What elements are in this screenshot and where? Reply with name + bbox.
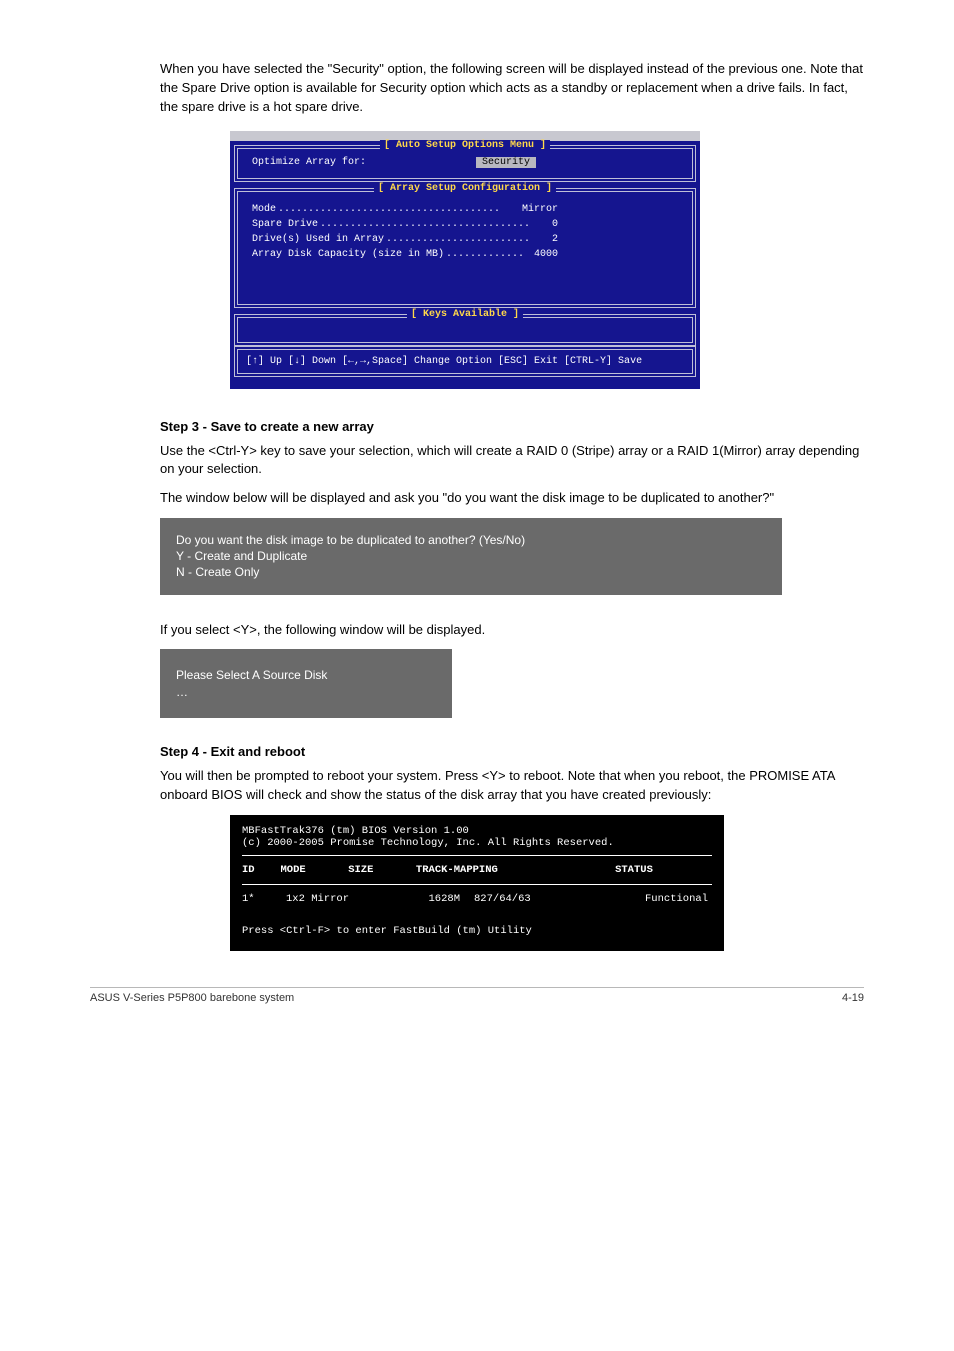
footer-left: ASUS V-Series P5P800 barebone system — [90, 992, 294, 1004]
banner-line: N - Create Only — [176, 564, 766, 580]
step4-heading: Step 4 - Exit and reboot — [90, 744, 864, 759]
cfg-label: Spare Drive — [252, 219, 318, 230]
table-row: 1* 1x2 Mirror 1628M 827/64/63 Functional — [242, 891, 712, 907]
cfg-value: Mirror — [522, 204, 558, 215]
term-line: MBFastTrak376 (tm) BIOS Version 1.00 — [242, 825, 712, 837]
keys-available-box: [ Keys Available ] — [234, 314, 696, 346]
array-setup-config-box: [ Array Setup Configuration ] Mode .....… — [234, 188, 696, 308]
intro-paragraph: When you have selected the "Security" op… — [90, 60, 864, 117]
duplicate-prompt-banner: Do you want the disk image to be duplica… — [160, 518, 782, 595]
keys-available-legend: [ Keys Available ] — [407, 309, 523, 320]
banner-line: … — [176, 684, 436, 700]
cfg-value: 2 — [552, 234, 558, 245]
col-mode: MODE — [280, 862, 348, 878]
term-prompt: Press <Ctrl-F> to enter FastBuild (tm) U… — [242, 925, 712, 937]
step3-heading: Step 3 - Save to create a new array — [90, 419, 864, 434]
banner-line: Do you want the disk image to be duplica… — [176, 532, 766, 548]
page-footer: ASUS V-Series P5P800 barebone system 4-1… — [90, 987, 864, 1004]
cell-track: 827/64/63 — [474, 891, 588, 907]
array-setup-config-legend: [ Array Setup Configuration ] — [374, 183, 556, 194]
cell-status: Functional — [588, 891, 712, 907]
footer-right: 4-19 — [842, 992, 864, 1004]
select-source-disk-banner: Please Select A Source Disk … — [160, 649, 452, 717]
step3-p1: Use the <Ctrl-Y> key to save your select… — [90, 442, 864, 480]
term-line: (c) 2000-2005 Promise Technology, Inc. A… — [242, 837, 712, 849]
cell-id: 1* — [242, 891, 286, 907]
bios-panel: [ Auto Setup Options Menu ] Optimize Arr… — [230, 131, 700, 389]
optimize-label: Optimize Array for: — [252, 157, 366, 168]
col-id: ID — [242, 862, 280, 878]
optimize-value[interactable]: Security — [476, 157, 536, 168]
cfg-label: Drive(s) Used in Array — [252, 234, 384, 245]
step4-p1: You will then be prompted to reboot your… — [90, 767, 864, 805]
array-status-table: ID MODE SIZE TRACK-MAPPING STATUS — [242, 862, 712, 878]
col-size: SIZE — [348, 862, 416, 878]
step3-p2: The window below will be displayed and a… — [90, 489, 864, 508]
cfg-value: 0 — [552, 219, 558, 230]
auto-setup-options-legend: [ Auto Setup Options Menu ] — [380, 140, 550, 151]
cell-mode: 1x2 Mirror — [286, 891, 400, 907]
cfg-label: Array Disk Capacity (size in MB) — [252, 249, 444, 260]
col-track: TRACK-MAPPING — [416, 862, 615, 878]
banner-line: Please Select A Source Disk — [176, 667, 436, 683]
auto-setup-options-box: [ Auto Setup Options Menu ] Optimize Arr… — [234, 145, 696, 182]
keys-line-box: [↑] Up [↓] Down [←,→,Space] Change Optio… — [234, 346, 696, 377]
divider — [242, 855, 712, 856]
cfg-value: 4000 — [534, 249, 558, 260]
divider — [242, 884, 712, 885]
cfg-label: Mode — [252, 204, 276, 215]
bios-status-terminal: MBFastTrak376 (tm) BIOS Version 1.00 (c)… — [230, 815, 724, 951]
keys-line: [↑] Up [↓] Down [←,→,Space] Change Optio… — [246, 356, 684, 367]
cell-size: 1628M — [400, 891, 474, 907]
banner-line: Y - Create and Duplicate — [176, 548, 766, 564]
after-banner1-text: If you select <Y>, the following window … — [90, 621, 864, 640]
col-status: STATUS — [615, 862, 712, 878]
